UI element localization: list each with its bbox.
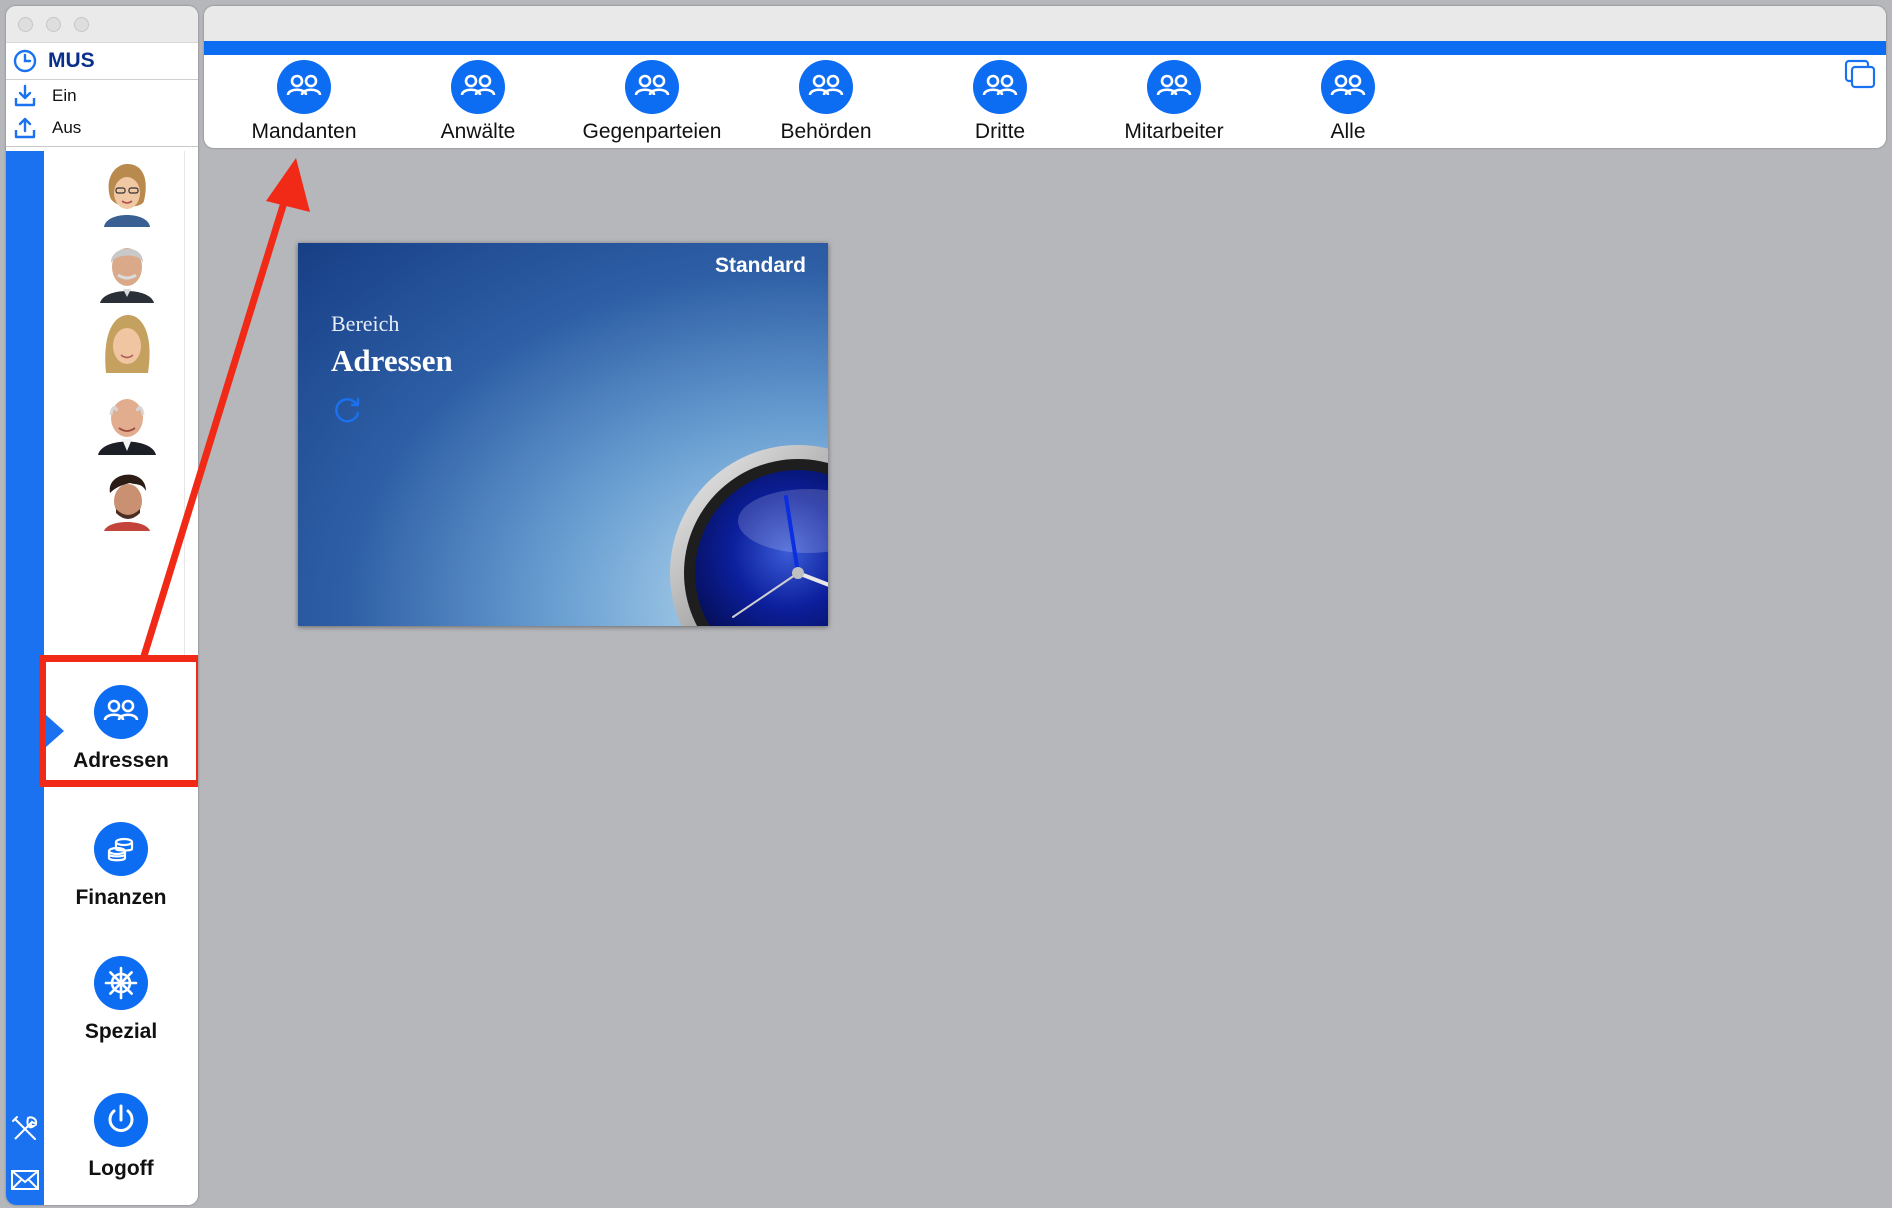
- sidebar-item-logoff[interactable]: Logoff: [44, 1063, 198, 1195]
- card-title: Adressen: [331, 343, 453, 378]
- mail-icon[interactable]: [10, 1165, 40, 1195]
- refresh-icon[interactable]: [332, 393, 364, 425]
- sidebar-item-aus[interactable]: Aus: [6, 112, 198, 144]
- card-subtitle: Bereich: [331, 311, 400, 336]
- nav-label: Spezial: [84, 1020, 158, 1043]
- window-minimize-button[interactable]: [46, 17, 61, 32]
- ein-label: Ein: [52, 86, 77, 105]
- card-tag: Standard: [714, 254, 806, 277]
- sidebar-window: MUS Ein Aus Adressen Finanzen Spezial Lo…: [6, 6, 198, 1205]
- nav-label: Finanzen: [75, 886, 167, 909]
- toolbar-item-label: Alle: [1330, 120, 1366, 143]
- sidebar-titlebar: [6, 6, 198, 43]
- people-icon: [451, 60, 505, 114]
- toolbar-item-mitarbeiter[interactable]: Mitarbeiter: [1099, 60, 1249, 144]
- toolbar-item-label: Gegenparteien: [582, 120, 722, 143]
- toolbar-item-label: Anwälte: [440, 120, 516, 143]
- people-icon: [277, 60, 331, 114]
- toolbar-titlebar: [204, 6, 1886, 41]
- toolbar-item-label: Mandanten: [251, 120, 357, 143]
- employee-avatar[interactable]: [96, 237, 158, 303]
- windows-icon[interactable]: [1842, 57, 1878, 93]
- nav-label: Adressen: [73, 749, 169, 772]
- sidebar-item-adressen[interactable]: Adressen: [39, 655, 198, 787]
- toolbar-item-label: Dritte: [974, 120, 1026, 143]
- employee-avatar[interactable]: [96, 389, 158, 455]
- people-icon: [973, 60, 1027, 114]
- clock-icon: [13, 49, 37, 73]
- user-name: MUS: [48, 49, 95, 72]
- people-icon: [625, 60, 679, 114]
- toolbar-item-anwaelte[interactable]: Anwälte: [403, 60, 553, 144]
- people-icon: [1147, 60, 1201, 114]
- toolbar-item-dritte[interactable]: Dritte: [925, 60, 1075, 144]
- people-icon: [1321, 60, 1375, 114]
- people-icon: [94, 685, 148, 739]
- annotation-arrow: [140, 158, 310, 658]
- toolbar-accent-bar: [204, 41, 1886, 55]
- io-section: Ein Aus: [6, 80, 198, 147]
- sidebar-item-spezial[interactable]: Spezial: [44, 926, 198, 1058]
- window-close-button[interactable]: [18, 17, 33, 32]
- sidebar-item-ein[interactable]: Ein: [6, 80, 198, 112]
- download-icon: [14, 84, 36, 107]
- aus-label: Aus: [52, 118, 82, 137]
- toolbar-item-alle[interactable]: Alle: [1273, 60, 1423, 144]
- employee-avatar[interactable]: [96, 313, 158, 379]
- user-row[interactable]: MUS: [6, 43, 198, 80]
- coins-icon: [94, 822, 148, 876]
- toolbar-item-mandanten[interactable]: Mandanten: [229, 60, 379, 144]
- toolbar-item-gegenparteien[interactable]: Gegenparteien: [577, 60, 727, 144]
- toolbar-item-label: Behörden: [780, 120, 872, 143]
- nav-label: Logoff: [88, 1157, 154, 1180]
- toolbar-item-behoerden[interactable]: Behörden: [751, 60, 901, 144]
- employee-avatar[interactable]: [96, 465, 158, 531]
- wrench-screwdriver-icon[interactable]: [10, 1114, 40, 1144]
- sidebar-item-finanzen[interactable]: Finanzen: [44, 792, 198, 924]
- people-icon: [799, 60, 853, 114]
- clock-illustration: [670, 445, 828, 626]
- employee-photo-list: [44, 151, 185, 659]
- power-icon: [94, 1093, 148, 1147]
- toolbar-item-label: Mitarbeiter: [1124, 120, 1224, 143]
- employee-avatar[interactable]: [96, 161, 158, 227]
- window-zoom-button[interactable]: [74, 17, 89, 32]
- area-card[interactable]: Standard Bereich Adressen: [298, 243, 828, 626]
- upload-icon: [14, 117, 36, 139]
- ship-wheel-icon: [94, 956, 148, 1010]
- toolbar-window: Mandanten Anwälte Gegenparteien Behörden…: [204, 6, 1886, 148]
